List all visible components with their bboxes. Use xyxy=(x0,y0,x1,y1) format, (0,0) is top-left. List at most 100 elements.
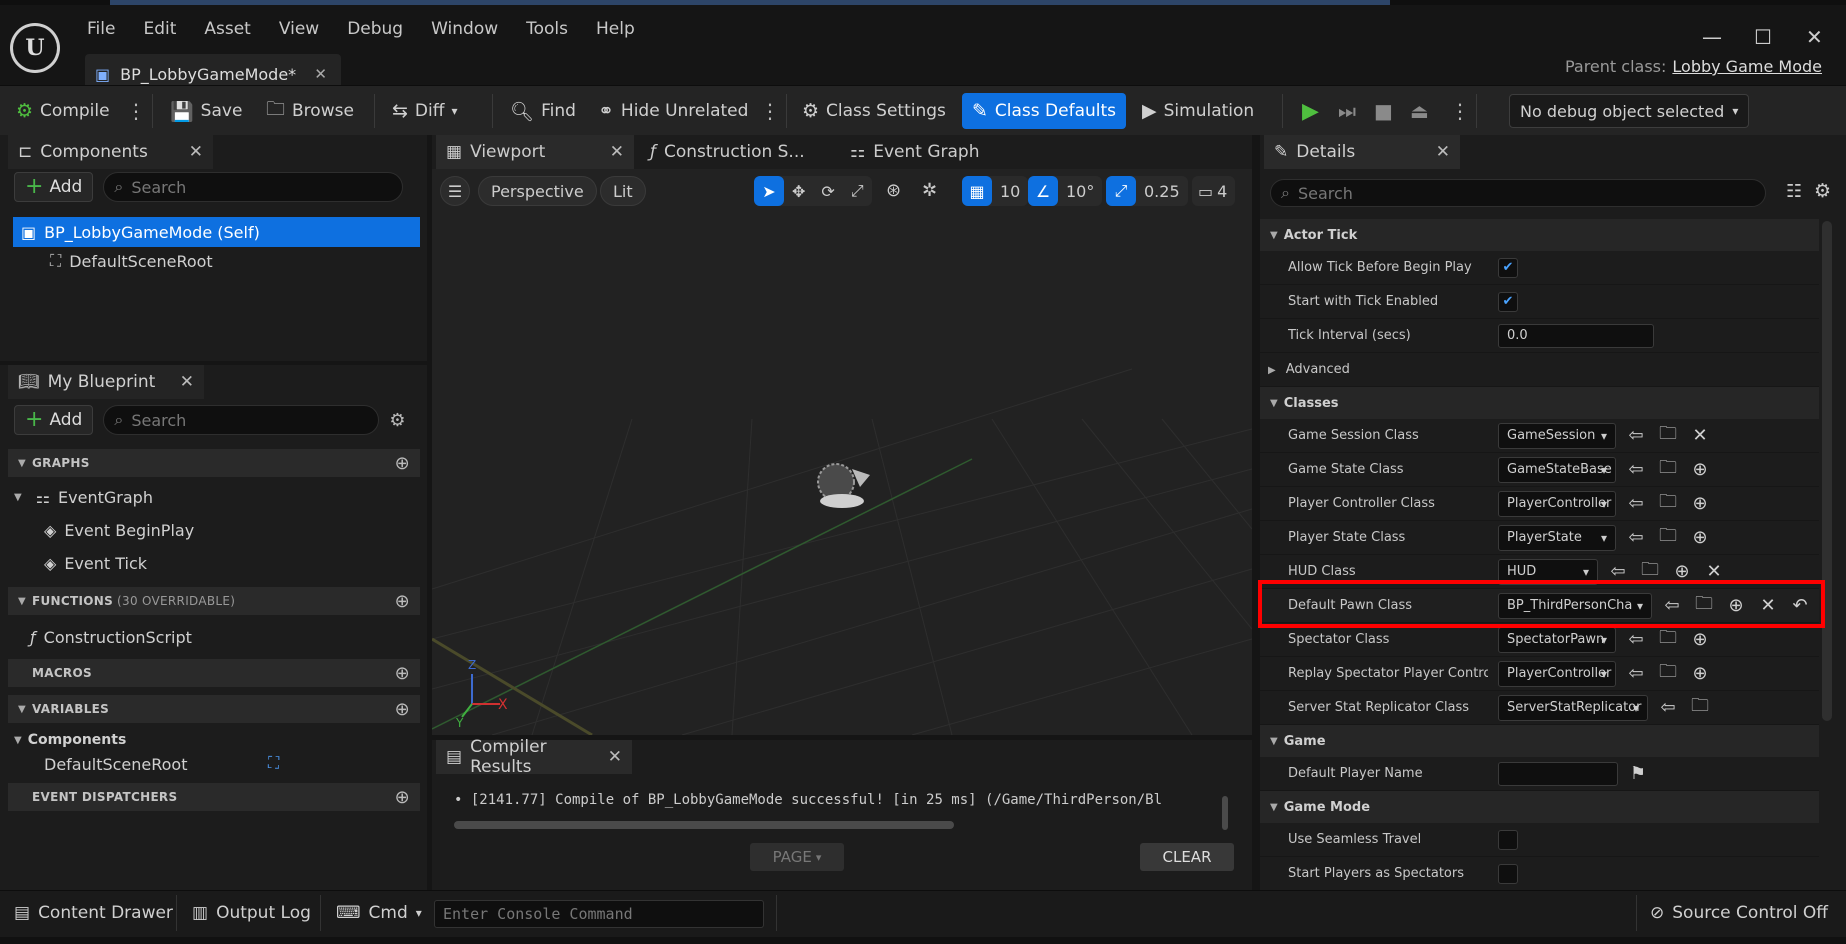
add-icon[interactable]: ⊕ xyxy=(1688,663,1712,684)
camera-speed-group[interactable]: ▭ 4 xyxy=(1192,176,1236,206)
graphs-section[interactable]: ▼ GRAPHS ⊕ xyxy=(8,449,420,477)
browse-asset-icon[interactable]: 🗀 xyxy=(1688,693,1712,723)
browse-button[interactable]: 🗀 Browse xyxy=(266,86,354,136)
menu-view[interactable]: View xyxy=(265,19,333,39)
class-settings-button[interactable]: ⚙ Class Settings xyxy=(802,86,946,136)
use-selected-icon[interactable]: ⇦ xyxy=(1624,629,1648,650)
use-selected-icon[interactable]: ⇦ xyxy=(1624,425,1648,446)
menu-window[interactable]: Window xyxy=(417,19,512,39)
step-icon[interactable]: ⏭ xyxy=(1338,86,1356,136)
browse-asset-icon[interactable]: 🗀 xyxy=(1656,659,1680,689)
game-state-combo[interactable]: GameStateBase ▾ xyxy=(1498,456,1616,483)
event-graph-row[interactable]: ▼ ⚏ EventGraph xyxy=(14,483,153,511)
event-dispatchers-section[interactable]: EVENT DISPATCHERS ⊕ xyxy=(8,783,420,811)
compile-options-icon[interactable]: ⋮ xyxy=(126,86,146,136)
tab-construction-script[interactable]: ƒ Construction S... xyxy=(640,135,815,169)
start-tick-checkbox[interactable]: ✔ xyxy=(1498,291,1518,312)
gear-icon[interactable]: ⚙ xyxy=(389,410,405,431)
add-variable-icon[interactable]: ⊕ xyxy=(395,699,410,720)
add-component-button[interactable]: + Add xyxy=(14,172,94,202)
browse-asset-icon[interactable]: 🗀 xyxy=(1656,455,1680,485)
viewport-scene[interactable]: X Z Y xyxy=(432,169,1252,735)
classes-section[interactable]: ▼ Classes xyxy=(1260,387,1819,419)
add-function-icon[interactable]: ⊕ xyxy=(395,591,410,612)
use-selected-icon[interactable]: ⇦ xyxy=(1656,697,1680,718)
world-local-icon[interactable]: ⊛ xyxy=(886,180,901,201)
components-search-input[interactable] xyxy=(131,177,362,197)
player-controller-combo[interactable]: PlayerController ▾ xyxy=(1498,490,1616,517)
menu-edit[interactable]: Edit xyxy=(129,19,190,39)
lit-button[interactable]: Lit xyxy=(600,176,646,206)
menu-asset[interactable]: Asset xyxy=(190,19,264,39)
replay-spectator-combo[interactable]: PlayerController ▾ xyxy=(1498,660,1616,687)
tab-event-graph[interactable]: ⚏ Event Graph xyxy=(840,135,990,169)
default-player-name-input[interactable] xyxy=(1498,761,1618,786)
move-icon[interactable]: ✥ xyxy=(784,182,813,201)
close-tab-icon[interactable]: ✕ xyxy=(314,65,327,83)
unreal-logo-icon[interactable]: U xyxy=(10,23,60,73)
class-defaults-button[interactable]: ✎ Class Defaults xyxy=(962,93,1127,129)
add-icon[interactable]: ⊕ xyxy=(1724,595,1748,616)
my-blueprint-tab[interactable]: 📖︎ My Blueprint ✕ xyxy=(8,365,204,399)
minimize-icon[interactable]: — xyxy=(1702,25,1722,49)
menu-help[interactable]: Help xyxy=(582,19,649,39)
save-button[interactable]: 💾 Save xyxy=(170,86,242,136)
clear-icon[interactable]: ✕ xyxy=(1702,561,1726,582)
stop-icon[interactable]: ■ xyxy=(1374,86,1393,136)
tab-viewport[interactable]: ▦ Viewport ✕ xyxy=(436,135,634,169)
clear-icon[interactable]: ✕ xyxy=(1756,595,1780,616)
allow-tick-checkbox[interactable]: ✔ xyxy=(1498,257,1518,278)
clear-button[interactable]: CLEAR xyxy=(1140,843,1234,871)
add-icon[interactable]: ⊕ xyxy=(1688,493,1712,514)
output-log-button[interactable]: ▥ Output Log xyxy=(192,891,311,935)
content-drawer-button[interactable]: ▤ Content Drawer xyxy=(14,891,173,935)
simulation-button[interactable]: ▶ Simulation xyxy=(1142,86,1254,136)
advanced-row[interactable]: ▶ Advanced xyxy=(1260,353,1819,387)
macros-section[interactable]: MACROS ⊕ xyxy=(8,659,420,687)
seamless-travel-checkbox[interactable] xyxy=(1498,829,1518,850)
cmd-button[interactable]: ⌨ Cmd ▾ xyxy=(336,891,422,935)
browse-asset-icon[interactable]: 🗀 xyxy=(1656,523,1680,553)
add-blueprint-item-button[interactable]: + Add xyxy=(14,405,94,435)
add-icon[interactable]: ⊕ xyxy=(1688,459,1712,480)
source-control-button[interactable]: ⊘ Source Control Off xyxy=(1650,891,1828,935)
compiler-scrollbar[interactable] xyxy=(454,821,954,829)
player-state-combo[interactable]: PlayerState ▾ xyxy=(1498,524,1616,551)
close-details-icon[interactable]: ✕ xyxy=(1436,142,1450,162)
angle-snap-group[interactable]: ∠ 10° xyxy=(1028,176,1103,206)
browse-asset-icon[interactable]: 🗀 xyxy=(1656,421,1680,451)
clear-icon[interactable]: ✕ xyxy=(1688,425,1712,446)
browse-asset-icon[interactable]: 🗀 xyxy=(1656,625,1680,655)
game-mode-section[interactable]: ▼ Game Mode xyxy=(1260,791,1819,823)
actor-tick-section[interactable]: ▼ Actor Tick xyxy=(1260,219,1819,251)
event-tick-row[interactable]: ◈ Event Tick xyxy=(44,549,147,577)
viewport-menu-icon[interactable]: ☰ xyxy=(440,176,470,206)
add-icon[interactable]: ⊕ xyxy=(1688,629,1712,650)
grid-snap-group[interactable]: ▦ 10 xyxy=(962,176,1029,206)
select-icon[interactable]: ➤ xyxy=(754,176,784,206)
compiler-vscrollbar[interactable] xyxy=(1222,796,1228,830)
component-self-row[interactable]: ▣ BP_LobbyGameMode (Self) xyxy=(13,217,420,247)
variables-section[interactable]: ▼ VARIABLES ⊕ xyxy=(8,695,420,723)
game-session-combo[interactable]: GameSession ▾ xyxy=(1498,422,1616,449)
rotate-icon[interactable]: ⟳ xyxy=(813,182,842,201)
use-selected-icon[interactable]: ⇦ xyxy=(1606,561,1630,582)
functions-section[interactable]: ▼ FUNCTIONS (30 OVERRIDABLE) ⊕ xyxy=(8,587,420,615)
debug-object-select[interactable]: No debug object selected ▾ xyxy=(1509,94,1749,128)
close-my-blueprint-icon[interactable]: ✕ xyxy=(180,372,194,392)
spectator-combo[interactable]: SpectatorPawn ▾ xyxy=(1498,626,1616,653)
add-icon[interactable]: ⊕ xyxy=(1688,527,1712,548)
console-input[interactable]: Enter Console Command xyxy=(434,900,764,928)
close-components-icon[interactable]: ✕ xyxy=(189,142,203,162)
default-pawn-combo[interactable]: BP_ThirdPersonCha ▾ xyxy=(1498,592,1652,619)
gear-icon[interactable]: ⚙ xyxy=(1814,180,1831,202)
hud-combo[interactable]: HUD ▾ xyxy=(1498,558,1598,585)
use-selected-icon[interactable]: ⇦ xyxy=(1624,663,1648,684)
use-selected-icon[interactable]: ⇦ xyxy=(1624,459,1648,480)
eject-icon[interactable]: ⏏ xyxy=(1410,86,1429,136)
reset-to-default-icon[interactable]: ↶ xyxy=(1788,595,1812,616)
page-button[interactable]: PAGE ▾ xyxy=(750,843,844,871)
start-spectators-checkbox[interactable] xyxy=(1498,863,1518,884)
browse-asset-icon[interactable]: 🗀 xyxy=(1692,591,1716,621)
play-options-icon[interactable]: ⋮ xyxy=(1450,86,1470,136)
